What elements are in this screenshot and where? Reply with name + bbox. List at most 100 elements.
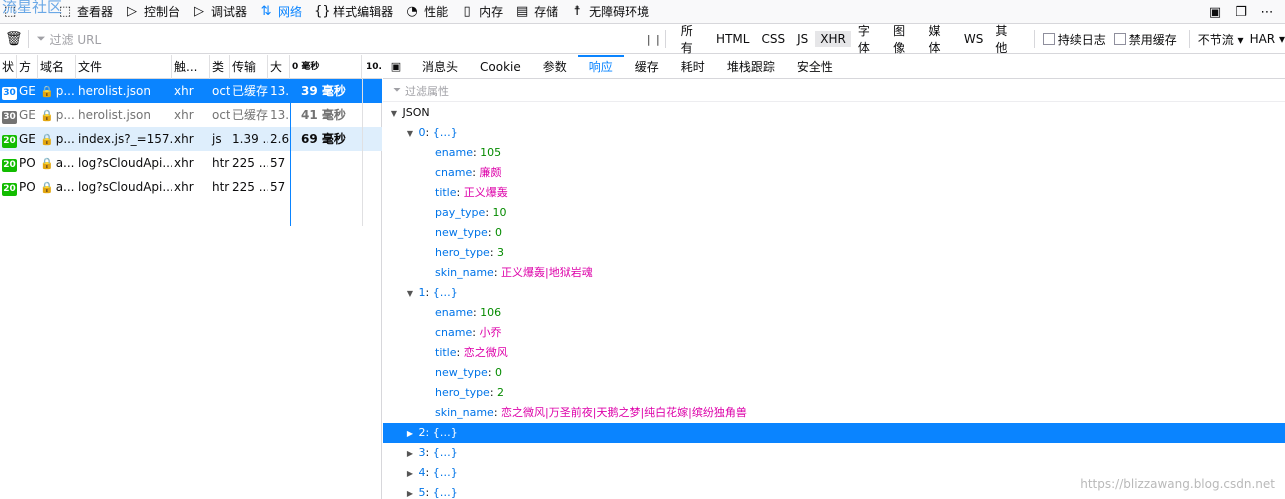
lock-icon: 🔒 [40,133,54,146]
collapsed-arrow-icon[interactable]: ▶ [405,464,415,484]
column-domain[interactable]: 域名 [38,55,76,79]
json-tree-row[interactable]: pay_type: 10 [383,203,1285,223]
details-tab[interactable]: Cookie [469,55,532,79]
json-tree-row[interactable]: cname: 小乔 [383,323,1285,343]
panel-toggle-icon[interactable]: ▣ [383,60,409,73]
timeline-marker [290,79,291,226]
collapsed-arrow-icon[interactable]: ▶ [405,444,415,464]
disable-cache-checkbox[interactable]: 禁用缓存 [1113,31,1177,48]
column-type[interactable]: 类 [210,55,230,79]
url-filter-input[interactable]: ⏷ 过滤 URL [29,31,643,48]
column-file[interactable]: 文件 [76,55,172,79]
request-file: herolist.json [78,108,151,122]
request-rows: 20 PO 🔒 a... log?sCloudApi... xhr htr 225 ... 57… [0,79,382,226]
request-method: GE [19,108,36,122]
type-filter-ws[interactable]: WS [959,31,988,47]
filter-icon: ⏷ [393,85,401,96]
column-timeline[interactable]: 0 毫秒 [290,55,362,79]
throttle-select[interactable]: 不节流 ▾ [1198,31,1244,48]
request-row[interactable]: 20GE🔒p...index.js?_=157...xhrjs1.39 ...2… [0,127,382,151]
json-key: 0 [418,126,426,139]
tab-a11y[interactable]: ☨ 无障碍环境 [564,0,655,24]
json-tree-row[interactable]: ▼ JSON [383,103,1285,123]
request-transferred: 1.39 ... [232,132,268,146]
status-badge: 30 [2,111,17,124]
json-key: pay_type [435,206,486,219]
details-tab[interactable]: 参数 [532,55,578,79]
json-tree-row[interactable]: hero_type: 2 [383,383,1285,403]
details-tab[interactable]: 耗时 [670,55,716,79]
json-tree: ▼ JSON ▼ 0: {…} ename: 105 cname: 廉颇 title: … [383,103,1285,499]
tab-storage[interactable]: ▤ 存储 [509,0,564,24]
json-tree-row[interactable]: skin_name: 恋之微风|万圣前夜|天鹅之梦|纯白花嫁|缤纷独角兽 [383,403,1285,423]
more-icon[interactable]: ⋯ [1259,5,1275,20]
request-row[interactable]: 30 GE 🔒 p... herolist.json xhr oct 已缓存 13. 41 毫秒 [0,103,382,127]
column-method[interactable]: 方 [17,55,38,79]
tab-performance[interactable]: ◔ 性能 [399,0,454,24]
type-filter-字体[interactable]: 字体 [853,21,886,57]
request-cause: xhr [174,180,194,194]
json-tree-row[interactable]: ▼ 0: {…} [383,123,1285,143]
type-filter-xhr[interactable]: XHR [815,31,851,47]
json-tree-row[interactable]: ▼ 1: {…} [383,283,1285,303]
trash-icon[interactable]: 🗑 [0,31,28,47]
tab-style[interactable]: {} 样式编辑器 [308,0,399,24]
json-tree-row[interactable]: title: 正义爆轰 [383,183,1285,203]
split-icon[interactable]: ❐ [1233,5,1249,20]
collapsed-arrow-icon[interactable]: ▶ [405,484,415,499]
json-tree-row[interactable]: skin_name: 正义爆轰|地狱岩魂 [383,263,1285,283]
json-tree-row[interactable]: new_type: 0 [383,223,1285,243]
request-row[interactable]: 20 PO 🔒 a... log?sCloudApi... xhr htr 225 ... 57 [0,175,382,199]
details-tab[interactable]: 缓存 [624,55,670,79]
json-tree-row[interactable]: new_type: 0 [383,363,1285,383]
request-row[interactable]: 30 GE 🔒 p... herolist.json xhr oct 已缓存 13. 39 毫秒 [0,79,382,103]
json-tree-row[interactable]: ▶ 3: {…} [383,443,1285,463]
details-tab[interactable]: 响应 [577,54,624,79]
type-filter-图像[interactable]: 图像 [888,21,921,57]
json-tree-row[interactable]: hero_type: 3 [383,243,1285,263]
lock-icon: 🔒 [40,181,54,194]
pause-icon[interactable]: | | [643,33,665,46]
expanded-arrow-icon[interactable]: ▼ [405,124,415,144]
lock-icon: 🔒 [40,157,54,170]
json-tree-row[interactable]: cname: 廉颇 [383,163,1285,183]
storage-icon: ▤ [515,4,529,19]
tab-network[interactable]: ⇅ 网络 [253,0,308,24]
har-menu[interactable]: HAR ▾ [1250,32,1285,46]
json-value: {…} [432,286,458,299]
type-filter-html[interactable]: HTML [711,31,754,47]
lock-icon: 🔒 [40,109,54,122]
request-status: 20 [0,127,17,151]
column-size[interactable]: 大 [268,55,290,79]
type-filter-js[interactable]: JS [792,31,813,47]
expanded-arrow-icon[interactable]: ▼ [389,104,399,124]
json-tree-row[interactable]: title: 恋之微风 [383,343,1285,363]
property-filter-input[interactable]: ⏷ 过滤属性 [383,80,1285,102]
type-filter-其他[interactable]: 其他 [990,21,1023,57]
tab-label: 性能 [424,5,449,19]
tab-debugger[interactable]: ▷ 调试器 [186,0,253,24]
details-tab[interactable]: 消息头 [411,55,469,79]
details-tab[interactable]: 堆栈跟踪 [716,55,786,79]
type-filter-所有[interactable]: 所有 [676,21,709,57]
request-method: PO [19,180,36,194]
request-row[interactable]: 20 PO 🔒 a... log?sCloudApi... xhr htr 225 ... 57 [0,151,382,175]
column-cause[interactable]: 触... [172,55,210,79]
column-transferred[interactable]: 传输 [230,55,268,79]
expanded-arrow-icon[interactable]: ▼ [405,284,415,304]
details-tab[interactable]: 安全性 [786,55,844,79]
type-filter-css[interactable]: CSS [756,31,790,47]
json-tree-row[interactable]: ename: 106 [383,303,1285,323]
tab-inspector[interactable]: ⬚ 查看器 [52,0,119,24]
dock-icon[interactable]: ▣ [1207,5,1223,20]
collapsed-arrow-icon[interactable]: ▶ [405,424,415,444]
request-status: 20 [0,175,17,199]
json-tree-row[interactable]: ename: 105 [383,143,1285,163]
json-tree-row[interactable]: ▶ 2: {…} [383,423,1285,443]
tab-memory[interactable]: ▯ 内存 [454,0,509,24]
column-status[interactable]: 状 [0,55,17,79]
tab-console[interactable]: ▷ 控制台 [119,0,186,24]
type-filter-媒体[interactable]: 媒体 [924,21,957,57]
persist-logs-checkbox[interactable]: 持续日志 [1042,31,1106,48]
console-icon: ▷ [127,4,138,19]
